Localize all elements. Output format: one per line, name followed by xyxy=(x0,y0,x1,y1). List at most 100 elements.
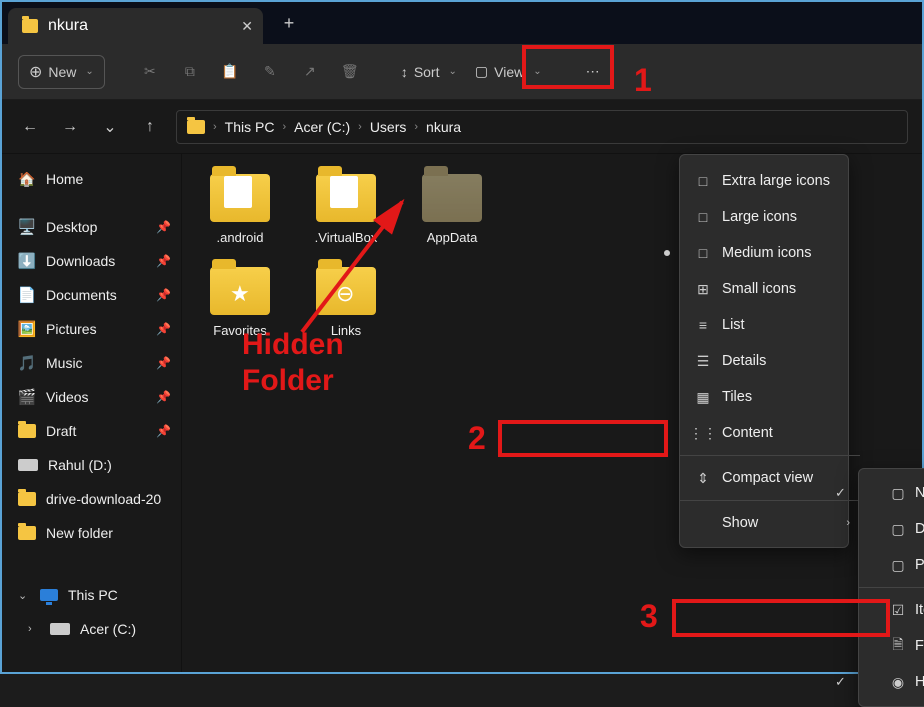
menu-item-large-icons[interactable]: □Large icons xyxy=(680,199,860,235)
menu-item-hidden-items[interactable]: ✓◉Hidden items xyxy=(859,664,924,700)
folder-icon xyxy=(187,120,205,134)
sidebar-item-draft[interactable]: Draft📌 xyxy=(2,414,181,448)
menu-item-details[interactable]: ☰ Details xyxy=(680,343,860,379)
folder-label: .android xyxy=(217,230,264,245)
up-button[interactable]: ↑ xyxy=(136,113,164,141)
copy-icon: ⧉ xyxy=(185,63,195,80)
menu-item-label: Item check boxes xyxy=(915,602,924,618)
folder-item[interactable]: AppData xyxy=(410,174,494,245)
sidebar-item-documents[interactable]: 📄Documents📌 xyxy=(2,278,181,312)
menu-item-tiles[interactable]: ▦Tiles xyxy=(680,379,860,415)
forward-button[interactable]: → xyxy=(56,113,84,141)
address-bar: ← → ⌄ ↑ › This PC › Acer (C:) › Users › … xyxy=(2,100,922,154)
sidebar-item-label: Rahul (D:) xyxy=(48,457,112,473)
folder-item[interactable]: .android xyxy=(198,174,282,245)
new-button[interactable]: ⊕ New ⌄ xyxy=(18,55,105,89)
view-dropdown-menu: □Extra large icons□Large icons□Medium ic… xyxy=(679,154,849,548)
menu-icon: ◉ xyxy=(889,674,907,691)
pin-icon: 📌 xyxy=(156,390,171,404)
sidebar-item-rahul-d-[interactable]: Rahul (D:) xyxy=(2,448,181,482)
delete-button[interactable]: 🗑 xyxy=(333,55,367,89)
menu-icon: ▢ xyxy=(889,485,907,502)
sidebar: 🏠 Home 🖥️Desktop📌⬇️Downloads📌📄Documents📌… xyxy=(2,154,182,672)
view-button[interactable]: ▢ View ⌄ xyxy=(469,55,548,89)
folder-icon: ⊖ xyxy=(316,267,376,315)
sidebar-item-music[interactable]: 🎵Music📌 xyxy=(2,346,181,380)
menu-item-content[interactable]: ⋮⋮Content xyxy=(680,415,860,451)
menu-item-label: Compact view xyxy=(722,470,813,486)
sidebar-item-label: New folder xyxy=(46,525,113,541)
selected-dot-icon xyxy=(664,250,670,256)
folder-icon xyxy=(18,526,36,540)
sidebar-item-label: drive-download-20 xyxy=(46,491,161,507)
menu-icon: □ xyxy=(694,173,712,189)
menu-icon: ⇕ xyxy=(694,470,712,487)
menu-icon: ☑ xyxy=(889,602,907,619)
cut-button[interactable]: ✂ xyxy=(133,55,167,89)
sidebar-item-pictures[interactable]: 🖼️Pictures📌 xyxy=(2,312,181,346)
menu-item-label: Medium icons xyxy=(722,245,811,261)
pc-icon xyxy=(40,589,58,601)
folder-item[interactable]: .VirtualBox xyxy=(304,174,388,245)
folder-icon: ★ xyxy=(210,267,270,315)
folder-icon xyxy=(18,492,36,506)
menu-item-label: Details xyxy=(722,353,766,369)
paste-button[interactable]: 📋 xyxy=(213,55,247,89)
window-tab[interactable]: nkura ✕ xyxy=(8,8,263,44)
menu-item-item-check-boxes[interactable]: ☑ Item check boxes xyxy=(859,592,924,628)
plus-circle-icon: ⊕ xyxy=(29,62,42,82)
sidebar-drive[interactable]: › Acer (C:) xyxy=(2,612,181,646)
paste-icon: 📋 xyxy=(221,63,238,80)
menu-icon: □ xyxy=(694,245,712,261)
recent-button[interactable]: ⌄ xyxy=(96,113,124,141)
menu-item-label: Preview pane xyxy=(915,557,924,573)
menu-icon: □ xyxy=(694,209,712,225)
sidebar-item-label: Videos xyxy=(46,389,89,405)
close-tab-icon[interactable]: ✕ xyxy=(241,18,253,35)
view-icon: ▢ xyxy=(475,63,488,80)
sidebar-home[interactable]: 🏠 Home xyxy=(2,162,181,196)
menu-icon: ☰ xyxy=(694,353,712,370)
sidebar-item-new-folder[interactable]: New folder xyxy=(2,516,181,550)
menu-item-show[interactable]: Show› xyxy=(680,505,860,541)
menu-item-list[interactable]: ≡List xyxy=(680,307,860,343)
sidebar-item-videos[interactable]: 🎬Videos📌 xyxy=(2,380,181,414)
desktop-icon: 🖥️ xyxy=(18,218,36,236)
folder-icon xyxy=(422,174,482,222)
rename-icon: ✎ xyxy=(264,63,276,80)
menu-item-extra-large-icons[interactable]: □Extra large icons xyxy=(680,163,860,199)
copy-button[interactable]: ⧉ xyxy=(173,55,207,89)
sidebar-item-drive-download-20[interactable]: drive-download-20 xyxy=(2,482,181,516)
more-button[interactable]: ⋯ xyxy=(576,55,610,89)
folder-label: .VirtualBox xyxy=(315,230,378,245)
menu-item-file-name-extensions[interactable]: 🗎File name extensions xyxy=(859,628,924,664)
cut-icon: ✂ xyxy=(144,63,156,80)
sidebar-item-desktop[interactable]: 🖥️Desktop📌 xyxy=(2,210,181,244)
menu-item-small-icons[interactable]: ⊞Small icons xyxy=(680,271,860,307)
new-tab-button[interactable]: + xyxy=(273,7,305,39)
pin-icon: 📌 xyxy=(156,356,171,370)
menu-item-details-pane[interactable]: ▢Details pane xyxy=(859,511,924,547)
sidebar-this-pc[interactable]: ⌄ This PC xyxy=(2,578,181,612)
show-submenu: ✓▢Navigation pane▢Details pane▢Preview p… xyxy=(858,468,924,707)
menu-item-medium-icons[interactable]: □ Medium icons xyxy=(680,235,860,271)
chevron-down-icon: ⌄ xyxy=(449,66,457,77)
menu-icon: ≡ xyxy=(694,317,712,333)
breadcrumb[interactable]: › This PC › Acer (C:) › Users › nkura xyxy=(176,110,908,144)
menu-item-navigation-pane[interactable]: ✓▢Navigation pane xyxy=(859,475,924,511)
menu-item-preview-pane[interactable]: ▢Preview pane xyxy=(859,547,924,583)
rename-button[interactable]: ✎ xyxy=(253,55,287,89)
share-button[interactable]: ↗ xyxy=(293,55,327,89)
check-icon: ✓ xyxy=(835,674,846,690)
menu-item-label: Tiles xyxy=(722,389,752,405)
check-icon: ✓ xyxy=(835,485,846,501)
downloads-icon: ⬇️ xyxy=(18,252,36,270)
sidebar-item-label: Pictures xyxy=(46,321,97,337)
menu-icon: 🗎 xyxy=(889,634,907,658)
back-button[interactable]: ← xyxy=(16,113,44,141)
sort-icon: ↕ xyxy=(401,64,408,80)
sidebar-item-downloads[interactable]: ⬇️Downloads📌 xyxy=(2,244,181,278)
share-icon: ↗ xyxy=(304,63,316,80)
sort-button[interactable]: ↕ Sort ⌄ xyxy=(395,55,463,89)
menu-item-compact-view[interactable]: ⇕ Compact view xyxy=(680,460,860,496)
